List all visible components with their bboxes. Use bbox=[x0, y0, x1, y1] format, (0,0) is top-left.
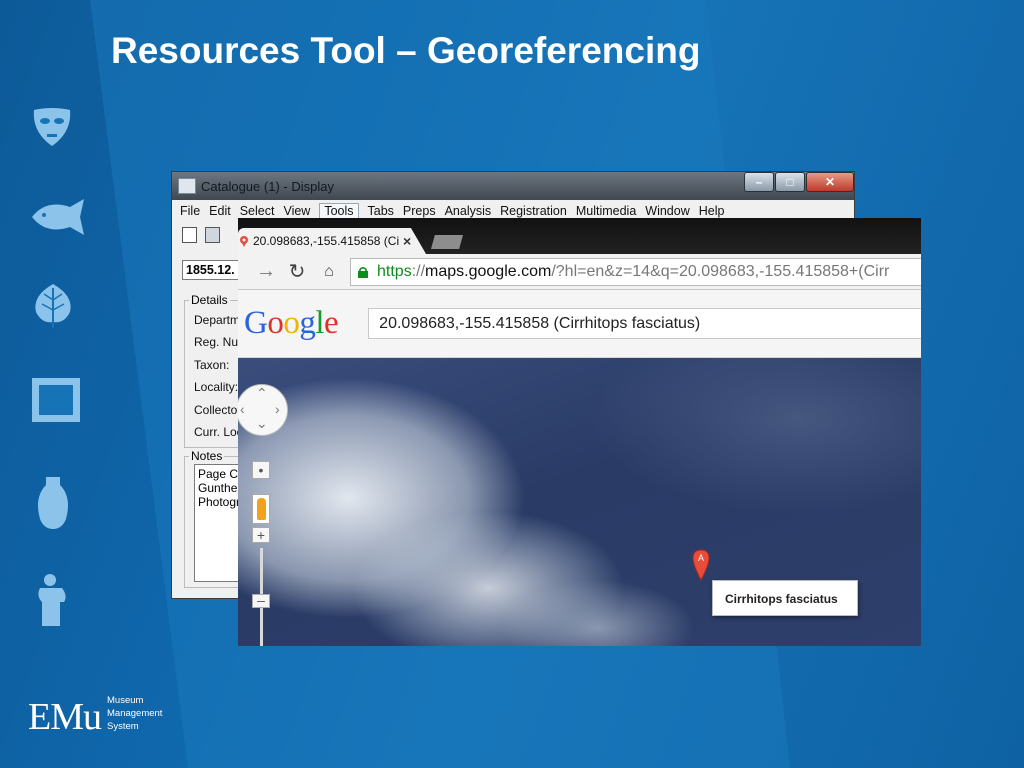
field-locality-label: Locality: bbox=[194, 380, 239, 394]
menu-multimedia[interactable]: Multimedia bbox=[576, 204, 636, 218]
window-controls: – □ ✕ bbox=[743, 172, 854, 192]
mask-icon bbox=[30, 106, 74, 148]
notes-legend: Notes bbox=[189, 449, 225, 463]
save-icon[interactable] bbox=[205, 227, 220, 243]
leaf-icon bbox=[30, 282, 76, 330]
catalogue-titlebar[interactable]: Catalogue (1) - Display – □ ✕ bbox=[172, 172, 854, 200]
menu-analysis[interactable]: Analysis bbox=[445, 204, 492, 218]
field-department-label: Departm bbox=[194, 313, 241, 327]
url-separator: :// bbox=[411, 262, 426, 280]
reload-icon[interactable]: ↻ bbox=[288, 259, 306, 284]
close-button[interactable]: ✕ bbox=[806, 172, 854, 192]
notes-line: Gunther bbox=[198, 481, 242, 495]
statue-icon bbox=[30, 572, 76, 628]
frame-icon bbox=[30, 376, 82, 424]
menu-tabs[interactable]: Tabs bbox=[368, 204, 394, 218]
google-maps-header: Google 20.098683,-155.415858 (Cirrhitops… bbox=[238, 290, 921, 358]
browser-tabstrip: 20.098683,-155.415858 (Ci × bbox=[238, 218, 921, 254]
maximize-button[interactable]: □ bbox=[775, 172, 805, 192]
pan-down-icon[interactable]: ⌄ bbox=[256, 415, 268, 432]
browser-tab-title: 20.098683,-155.415858 (Ci bbox=[253, 234, 399, 248]
menu-view[interactable]: View bbox=[283, 204, 310, 218]
pan-up-icon[interactable]: ⌃ bbox=[256, 385, 268, 402]
pan-control[interactable]: ⌃ ‹ › ⌄ bbox=[238, 384, 288, 436]
map-info-window: Cirrhitops fasciatus bbox=[712, 580, 858, 616]
catalogue-app-icon bbox=[178, 178, 196, 194]
menu-edit[interactable]: Edit bbox=[209, 204, 231, 218]
home-icon[interactable]: ⌂ bbox=[320, 263, 338, 281]
street-view-pegman-icon[interactable] bbox=[252, 494, 270, 524]
pan-right-icon[interactable]: › bbox=[275, 401, 280, 417]
zoom-out-button[interactable]: – bbox=[252, 593, 270, 608]
map-marker-icon[interactable]: A bbox=[692, 549, 710, 581]
logo-text: Museum Management System bbox=[107, 695, 163, 732]
maps-search-input[interactable]: 20.098683,-155.415858 (Cirrhitops fascia… bbox=[368, 308, 921, 339]
map-marker-label: A bbox=[698, 553, 704, 563]
field-reg-number-label: Reg. Nu bbox=[194, 335, 239, 349]
menu-file[interactable]: File bbox=[180, 204, 200, 218]
notes-line: Photogr bbox=[198, 495, 241, 509]
slide-title: Resources Tool – Georeferencing bbox=[111, 30, 701, 71]
new-document-icon[interactable] bbox=[182, 227, 197, 243]
tab-close-icon[interactable]: × bbox=[403, 233, 411, 249]
catalogue-title: Catalogue (1) - Display bbox=[201, 178, 334, 194]
pan-left-icon[interactable]: ‹ bbox=[240, 401, 245, 417]
browser-tab-active[interactable]: 20.098683,-155.415858 (Ci × bbox=[238, 228, 426, 254]
browser-toolbar: → ↻ ⌂ https://maps.google.com/?hl=en&z=1… bbox=[238, 254, 921, 290]
field-taxon-label: Taxon: bbox=[194, 358, 230, 372]
menu-registration[interactable]: Registration bbox=[500, 204, 567, 218]
fish-icon bbox=[30, 197, 86, 237]
satellite-map[interactable]: ⌃ ‹ › ⌄ • + – A Cirrhitops fasciatus bbox=[238, 358, 921, 646]
field-collector-label: Collector bbox=[194, 403, 242, 417]
notes-line: Page Co bbox=[198, 467, 244, 481]
forward-icon[interactable]: → bbox=[256, 260, 276, 283]
lock-icon bbox=[358, 266, 368, 278]
url-path: /?hl=en&z=14&q=20.098683,-155.415858+(Ci… bbox=[551, 262, 890, 280]
address-bar[interactable]: https://maps.google.com/?hl=en&z=14&q=20… bbox=[350, 257, 921, 286]
emu-logo: EMu Museum Management System bbox=[28, 694, 162, 737]
maps-favicon-icon bbox=[240, 236, 248, 247]
menu-preps[interactable]: Preps bbox=[403, 204, 436, 218]
location-dot-icon[interactable]: • bbox=[252, 461, 270, 479]
logo-mark: EMu bbox=[28, 696, 102, 738]
reg-number-field[interactable]: 1855.12. bbox=[182, 260, 242, 280]
new-tab-button[interactable] bbox=[431, 235, 463, 249]
zoom-in-button[interactable]: + bbox=[252, 527, 270, 543]
menu-help[interactable]: Help bbox=[699, 204, 725, 218]
vase-icon bbox=[30, 475, 76, 531]
url-scheme: https bbox=[377, 262, 412, 280]
minimize-button[interactable]: – bbox=[744, 172, 774, 192]
notes-textarea[interactable]: Page Co Gunther Photogr bbox=[194, 464, 244, 582]
menu-tools[interactable]: Tools bbox=[319, 203, 359, 219]
field-current-location-label: Curr. Loc bbox=[194, 425, 243, 439]
url-host: maps.google.com bbox=[425, 262, 552, 280]
details-legend: Details bbox=[189, 293, 230, 307]
menu-window[interactable]: Window bbox=[645, 204, 689, 218]
google-logo[interactable]: Google bbox=[244, 305, 339, 342]
menu-select[interactable]: Select bbox=[240, 204, 275, 218]
browser-window: 20.098683,-155.415858 (Ci × → ↻ ⌂ https:… bbox=[238, 218, 921, 646]
